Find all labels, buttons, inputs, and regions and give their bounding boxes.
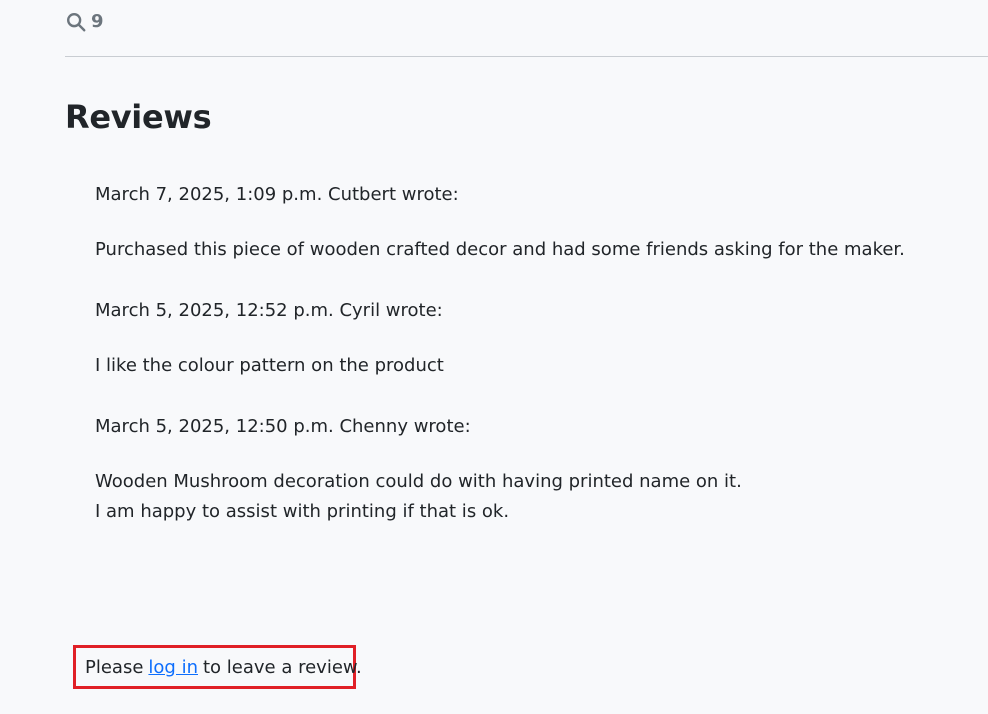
page-title: Reviews bbox=[65, 98, 212, 136]
review-body: Purchased this piece of wooden crafted d… bbox=[95, 239, 905, 260]
login-prompt: Please log in to leave a review. bbox=[73, 645, 362, 689]
login-prompt-suffix: to leave a review. bbox=[203, 656, 362, 678]
review-body: Wooden Mushroom decoration could do with… bbox=[95, 471, 742, 522]
review-meta: March 7, 2025, 1:09 p.m. Cutbert wrote: bbox=[95, 184, 459, 205]
search-icon[interactable] bbox=[65, 11, 87, 33]
review-meta: March 5, 2025, 12:50 p.m. Chenny wrote: bbox=[95, 416, 471, 437]
login-link[interactable]: log in bbox=[148, 657, 198, 678]
review-item: March 5, 2025, 12:50 p.m. Chenny wrote: … bbox=[95, 412, 955, 527]
search-counter[interactable]: 9 bbox=[65, 8, 104, 36]
header-divider bbox=[65, 56, 988, 57]
search-count: 9 bbox=[91, 11, 104, 32]
review-item: March 5, 2025, 12:52 p.m. Cyril wrote: I… bbox=[95, 296, 955, 381]
login-prompt-prefix: Please bbox=[85, 656, 144, 678]
reviews-list: March 7, 2025, 1:09 p.m. Cutbert wrote: … bbox=[95, 180, 955, 558]
review-item: March 7, 2025, 1:09 p.m. Cutbert wrote: … bbox=[95, 180, 955, 265]
review-meta: March 5, 2025, 12:52 p.m. Cyril wrote: bbox=[95, 300, 443, 321]
review-body: I like the colour pattern on the product bbox=[95, 355, 444, 376]
